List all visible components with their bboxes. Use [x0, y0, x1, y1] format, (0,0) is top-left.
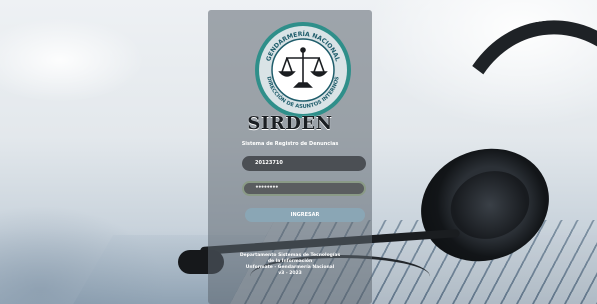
institution-logo: GENDARMERÍA NACIONAL DIRECCIÓN DE ASUNTO…	[255, 22, 351, 118]
app-title: SIRDEN	[247, 113, 333, 134]
password-field[interactable]: ••••••••	[242, 181, 366, 196]
username-value: 20123710	[255, 160, 283, 166]
footer-credits: Departamento Sistemas de Tecnologías de …	[208, 253, 372, 277]
username-field[interactable]: 20123710	[242, 156, 366, 171]
login-button[interactable]: INGRESAR	[245, 208, 365, 222]
footer-line-4: v3 - 2023	[278, 271, 302, 276]
app-subtitle: Sistema de Registro de Denuncias	[241, 141, 339, 147]
password-value: ••••••••	[255, 184, 279, 191]
login-screen: GENDARMERÍA NACIONAL DIRECCIÓN DE ASUNTO…	[0, 0, 597, 304]
